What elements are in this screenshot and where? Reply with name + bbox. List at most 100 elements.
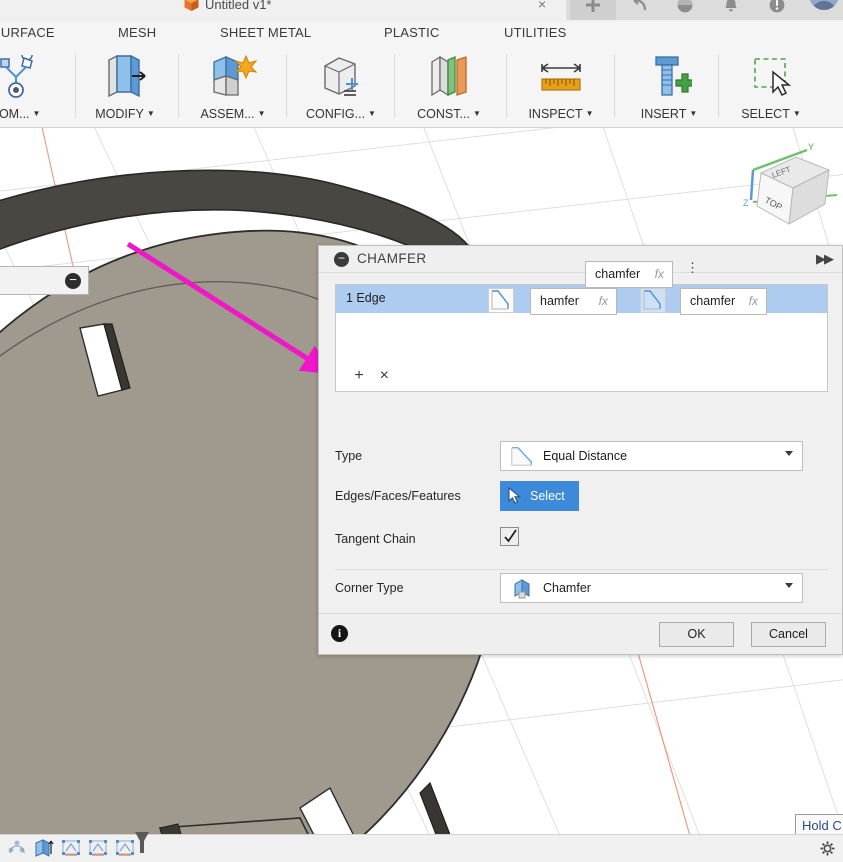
chamfer-value-input-right[interactable]: chamfer fx	[680, 288, 767, 315]
browser-panel-collapsed[interactable]: −	[0, 266, 89, 295]
tab-surface[interactable]: SURFACE	[0, 25, 55, 40]
extrude-icon[interactable]	[33, 836, 55, 858]
sketch-icon[interactable]	[87, 836, 109, 858]
ribbon-label-inspect: INSPECT ▼	[512, 107, 610, 121]
label-edges-faces-features: Edges/Faces/Features	[335, 489, 461, 503]
dialog-expand-icon[interactable]: ▶▶	[816, 251, 834, 267]
dialog-footer: i OK Cancel	[319, 613, 842, 654]
tab-sheet-metal[interactable]: SHEET METAL	[220, 25, 311, 40]
checkmark-icon	[504, 529, 517, 543]
viewcube-axis-z: Z	[743, 198, 749, 208]
chevron-down-icon[interactable]: ▼	[586, 109, 594, 118]
notifications-bell-icon[interactable]	[708, 0, 754, 20]
ribbon-label-text-automate: TOM...	[0, 107, 30, 121]
timeline-settings-icon[interactable]	[820, 841, 835, 856]
viewcube[interactable]: Y Z LEFT TOP	[741, 140, 841, 238]
chevron-down-icon[interactable]: ▼	[689, 109, 697, 118]
chevron-down-icon[interactable]: ▼	[368, 109, 376, 118]
label-tangent-chain: Tangent Chain	[335, 532, 416, 546]
dialog-title: CHAMFER	[357, 251, 427, 266]
ribbon-tab-row[interactable]: SURFACE MESH SHEET METAL PLASTIC UTILITI…	[0, 22, 843, 46]
label-corner-type: Corner Type	[335, 581, 404, 595]
quick-access-toolbar[interactable]	[566, 0, 843, 20]
chamfer-value-input-mid[interactable]: hamfer fx	[530, 288, 617, 315]
fusion-document-icon	[184, 0, 199, 11]
dialog-collapse-button[interactable]: −	[334, 252, 349, 267]
ribbon-button-assemble[interactable]: ASSEM... ▼	[184, 46, 282, 128]
label-type: Type	[335, 449, 363, 463]
row-type: Type Equal Distance	[319, 441, 842, 475]
ribbon-label-insert: INSERT ▼	[620, 107, 718, 121]
title-bar: Untitled v1* ×	[0, 0, 843, 22]
fx-label[interactable]: fx	[599, 294, 608, 308]
viewcube-axis-y: Y	[808, 142, 814, 152]
ribbon-button-modify[interactable]: MODIFY ▼	[76, 46, 174, 128]
fusion360-window: − Y Z LEFT TOP Hold C Edge +	[0, 0, 843, 862]
ribbon-panel[interactable]: TOM...▼ MODIFY▼	[0, 46, 843, 128]
chamfer-value-input-top[interactable]: chamfer fx	[585, 261, 673, 288]
timeline-features[interactable]	[6, 832, 152, 858]
tab-utilities[interactable]: UTILITIES	[504, 25, 566, 40]
chamfer-value-mid-text: hamfer	[540, 294, 579, 308]
remove-selection-button[interactable]: ×	[373, 367, 395, 385]
user-avatar[interactable]	[809, 0, 839, 10]
ribbon-label-text-insert: INSERT	[640, 107, 687, 121]
type-dropdown[interactable]: Equal Distance	[500, 441, 803, 471]
tangent-chain-checkbox[interactable]	[500, 527, 519, 546]
cursor-arrow-icon	[508, 487, 521, 504]
fx-label[interactable]: fx	[749, 294, 758, 308]
ribbon-label-construct: CONST... ▼	[400, 107, 498, 121]
playhead-marker[interactable]	[132, 831, 152, 857]
chevron-down-icon[interactable]: ▼	[793, 109, 801, 118]
ribbon-button-select[interactable]: SELECT ▼	[722, 46, 820, 128]
close-tab-icon[interactable]: ×	[538, 0, 546, 12]
add-selection-button[interactable]: +	[348, 367, 370, 385]
sketch-icon[interactable]	[60, 836, 82, 858]
browser-collapse-button[interactable]: −	[65, 273, 81, 289]
new-design-button[interactable]	[570, 0, 616, 20]
ribbon-button-inspect[interactable]: INSPECT ▼	[512, 46, 610, 128]
chevron-down-icon[interactable]: ▼	[33, 109, 41, 118]
dialog-divider	[335, 569, 828, 570]
chamfer-options-kebab-icon[interactable]: ⋮	[686, 261, 699, 274]
ribbon-button-configure[interactable]: CONFIG... ▼	[292, 46, 390, 128]
chevron-down-icon[interactable]: ▼	[147, 109, 155, 118]
ribbon-label-select: SELECT ▼	[722, 107, 820, 121]
ribbon-label-text-construct: CONST...	[417, 107, 470, 121]
ribbon-button-construct[interactable]: CONST... ▼	[400, 46, 498, 128]
modify-press-pull-icon	[76, 52, 174, 102]
chevron-down-icon[interactable]	[785, 583, 793, 588]
document-title: Untitled v1*	[205, 0, 272, 12]
selection-row-label: 1 Edge	[346, 291, 386, 305]
ribbon-label-configure: CONFIG... ▼	[292, 107, 390, 121]
selection-actions[interactable]: + ×	[348, 367, 395, 385]
origin-icon[interactable]	[6, 836, 28, 858]
corner-type-dropdown[interactable]: Chamfer	[500, 573, 803, 603]
tab-plastic[interactable]: PLASTIC	[384, 25, 440, 40]
corner-type-value: Chamfer	[543, 581, 591, 595]
info-icon[interactable]: i	[331, 625, 348, 642]
fx-label[interactable]: fx	[655, 267, 664, 281]
assemble-icon	[184, 52, 282, 102]
undo-button[interactable]	[616, 0, 662, 20]
automate-icon	[0, 52, 65, 102]
chevron-down-icon[interactable]: ▼	[258, 109, 266, 118]
help-button[interactable]	[754, 0, 800, 20]
tab-mesh[interactable]: MESH	[118, 25, 156, 40]
ribbon-button-insert[interactable]: INSERT ▼	[620, 46, 718, 128]
inspect-measure-icon	[512, 52, 610, 102]
ribbon-label-text-select: SELECT	[741, 107, 790, 121]
ribbon-button-automate[interactable]: TOM...▼	[0, 46, 65, 128]
chamfer-dialog-header[interactable]: − CHAMFER ▶▶	[319, 246, 842, 273]
extensions-button[interactable]	[662, 0, 708, 20]
corner-chamfer-icon	[514, 579, 530, 599]
chevron-down-icon[interactable]: ▼	[473, 109, 481, 118]
ribbon-label-text-inspect: INSPECT	[528, 107, 583, 121]
select-button-label: Select	[530, 489, 565, 503]
timeline-bar[interactable]	[0, 832, 843, 862]
select-button[interactable]: Select	[500, 481, 579, 511]
ribbon-label-modify: MODIFY ▼	[76, 107, 174, 121]
ok-button[interactable]: OK	[659, 622, 734, 647]
cancel-button[interactable]: Cancel	[751, 622, 826, 647]
chevron-down-icon[interactable]	[785, 451, 793, 456]
